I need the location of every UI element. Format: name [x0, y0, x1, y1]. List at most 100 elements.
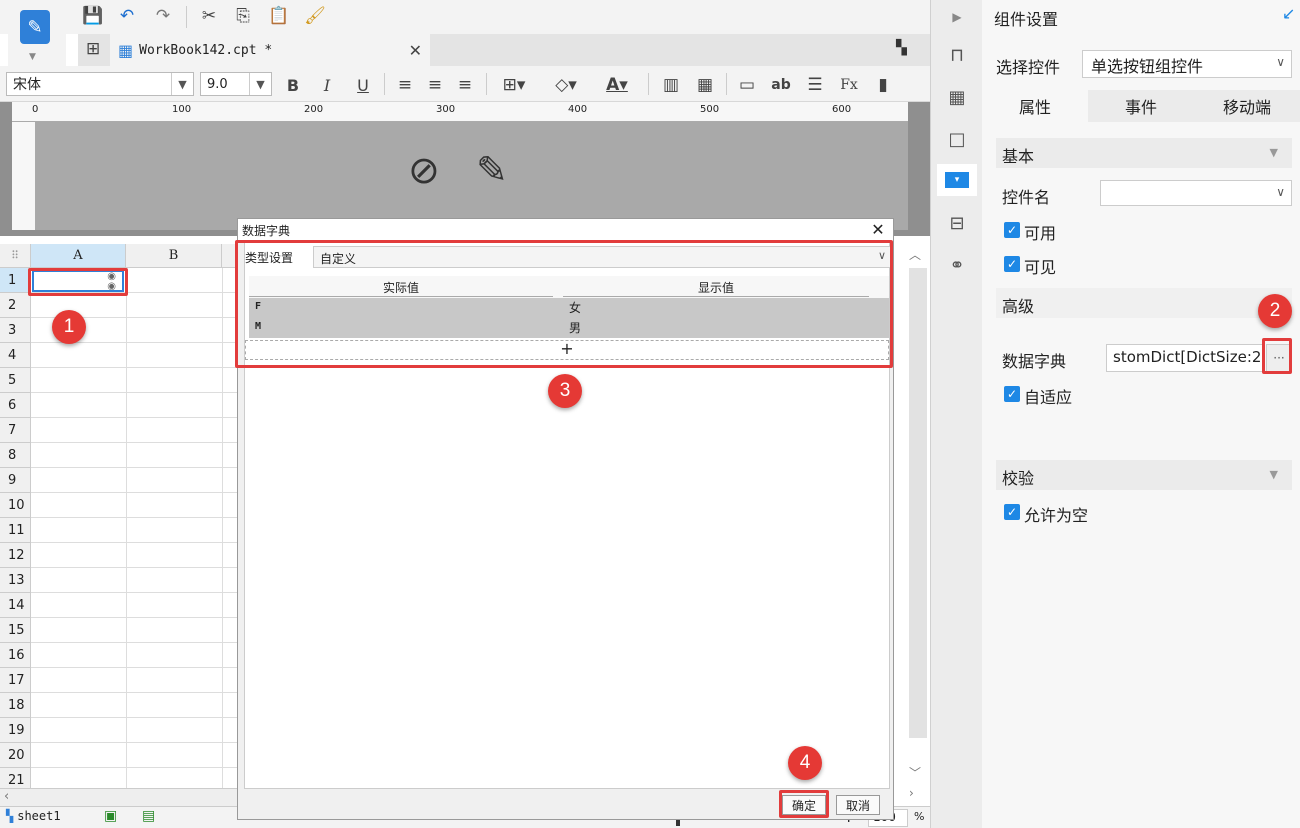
row-header[interactable]: 7: [0, 418, 31, 443]
widget-settings-tab[interactable]: ▾: [937, 164, 977, 196]
close-icon[interactable]: ✕: [869, 220, 887, 239]
sheet-icon: ▚: [6, 809, 14, 823]
row-header[interactable]: 17: [0, 668, 31, 693]
row-header[interactable]: 15: [0, 618, 31, 643]
sheet-tab[interactable]: ▚ sheet1: [6, 809, 61, 823]
add-sheet-icon[interactable]: ▣: [104, 808, 117, 824]
paste-icon[interactable]: 📋: [266, 3, 292, 29]
wrap-text-icon[interactable]: ☰: [802, 72, 828, 98]
grid-row: [31, 418, 238, 443]
row-header[interactable]: 6: [0, 393, 31, 418]
cut-icon[interactable]: ✂: [196, 3, 222, 29]
row-header[interactable]: 18: [0, 693, 31, 718]
allow-empty-checkbox[interactable]: ✓: [1004, 504, 1020, 520]
row-header[interactable]: 8: [0, 443, 31, 468]
tab-events[interactable]: 事件: [1088, 90, 1194, 122]
row-header[interactable]: 20: [0, 743, 31, 768]
grid-view-icon[interactable]: ⊞: [86, 39, 100, 59]
merge-cells-icon[interactable]: ▥: [658, 72, 684, 98]
panel-tabs: 属性 事件 移动端: [982, 90, 1300, 122]
row-header[interactable]: 19: [0, 718, 31, 743]
condition-icon[interactable]: ⊟: [944, 210, 970, 236]
grid-row: [31, 718, 238, 743]
fill-color-icon[interactable]: ◇▾: [546, 72, 586, 98]
enabled-label: 可用: [1024, 224, 1057, 243]
enabled-checkbox[interactable]: ✓: [1004, 222, 1020, 238]
cancel-button[interactable]: 取消: [836, 795, 880, 815]
row-header[interactable]: 4: [0, 343, 31, 368]
horizontal-scrollbar[interactable]: ‹: [0, 788, 238, 806]
close-tab-icon[interactable]: ✕: [409, 41, 422, 60]
collapse-arrow-icon[interactable]: ▶: [944, 4, 970, 30]
chevron-down-icon: ∨: [1276, 55, 1285, 69]
row-header[interactable]: 14: [0, 593, 31, 618]
scroll-right-icon[interactable]: ›: [909, 786, 914, 800]
row-header[interactable]: 3: [0, 318, 31, 343]
ruler-mark: 0: [32, 104, 39, 115]
align-right-icon[interactable]: ≡: [452, 72, 478, 98]
layout-icon[interactable]: ⊓: [944, 42, 970, 68]
row-header[interactable]: 12: [0, 543, 31, 568]
add-dashboard-icon[interactable]: ▤: [142, 808, 155, 824]
select-all-corner[interactable]: ⠿: [0, 244, 31, 268]
adaptive-checkbox[interactable]: ✓: [1004, 386, 1020, 402]
row-header[interactable]: 9: [0, 468, 31, 493]
underline-icon[interactable]: U: [350, 72, 376, 98]
cell-attribute-icon[interactable]: ▦: [944, 84, 970, 110]
row-header[interactable]: 1: [0, 268, 31, 293]
chart-icon[interactable]: ▮: [870, 72, 896, 98]
ruler-mark: 600: [832, 104, 852, 115]
italic-icon[interactable]: I: [314, 72, 340, 98]
row-header[interactable]: 13: [0, 568, 31, 593]
row-header[interactable]: 5: [0, 368, 31, 393]
row-header[interactable]: 2: [0, 293, 31, 318]
grid-row: [31, 693, 238, 718]
font-size-select[interactable]: 9.0 ▼: [200, 72, 272, 96]
visible-checkbox[interactable]: ✓: [1004, 256, 1020, 272]
app-menu-button[interactable]: ✎ ▼: [8, 6, 66, 66]
vertical-scrollbar[interactable]: [909, 268, 927, 738]
sheet-name: sheet1: [17, 809, 61, 823]
chevron-down-icon: ▼: [29, 52, 36, 62]
row-header[interactable]: 16: [0, 643, 31, 668]
eye-off-icon[interactable]: ⊘: [408, 148, 440, 192]
font-family-select[interactable]: 宋体 ▼: [6, 72, 194, 96]
scroll-up-icon[interactable]: ︿: [909, 246, 921, 263]
column-header[interactable]: A: [31, 244, 126, 268]
hyperlink-icon[interactable]: ⚭: [944, 252, 970, 278]
font-color-icon[interactable]: A▾: [596, 72, 638, 98]
row-header[interactable]: 11: [0, 518, 31, 543]
tab-menu-icon[interactable]: ▚: [896, 40, 907, 56]
redo-icon[interactable]: ↷: [150, 3, 176, 29]
text-widget-icon[interactable]: ab: [768, 72, 794, 98]
section-validation-title: 校验: [1002, 469, 1035, 488]
border-icon[interactable]: ⊞▾: [494, 72, 534, 98]
widget-type-select[interactable]: 单选按钮组控件 ∨: [1082, 50, 1292, 78]
scroll-down-icon[interactable]: ﹀: [909, 764, 921, 781]
section-advanced: 高级: [996, 288, 1292, 318]
tab-mobile[interactable]: 移动端: [1194, 90, 1300, 122]
tab-attributes[interactable]: 属性: [982, 90, 1088, 122]
column-header[interactable]: B: [126, 244, 222, 268]
expand-icon[interactable]: ↙: [1282, 4, 1295, 23]
undo-icon[interactable]: ↶: [114, 3, 140, 29]
row-header[interactable]: 10: [0, 493, 31, 518]
formula-icon[interactable]: Fx: [836, 72, 862, 98]
insert-widget-icon[interactable]: ▭: [734, 72, 760, 98]
tab-workbook[interactable]: ▦ WorkBook142.cpt * ✕: [110, 34, 430, 66]
pencil-icon[interactable]: ✎: [476, 148, 508, 192]
format-painter-icon[interactable]: 🖌: [302, 3, 328, 29]
split-cells-icon[interactable]: ▦: [692, 72, 718, 98]
widget-name-input[interactable]: ∨: [1100, 180, 1292, 206]
grid-row: [31, 618, 238, 643]
scroll-left-icon[interactable]: ‹: [4, 789, 9, 804]
frame-icon[interactable]: □: [944, 126, 970, 152]
align-center-icon[interactable]: ≡: [422, 72, 448, 98]
section-validation[interactable]: 校验 ▼: [996, 460, 1292, 490]
save-icon[interactable]: 💾: [80, 3, 106, 29]
chevron-down-icon: ▼: [1269, 468, 1278, 481]
section-basic[interactable]: 基本 ▼: [996, 138, 1292, 168]
bold-icon[interactable]: B: [280, 72, 306, 98]
align-left-icon[interactable]: ≡: [392, 72, 418, 98]
copy-icon[interactable]: ⎘: [230, 3, 256, 29]
